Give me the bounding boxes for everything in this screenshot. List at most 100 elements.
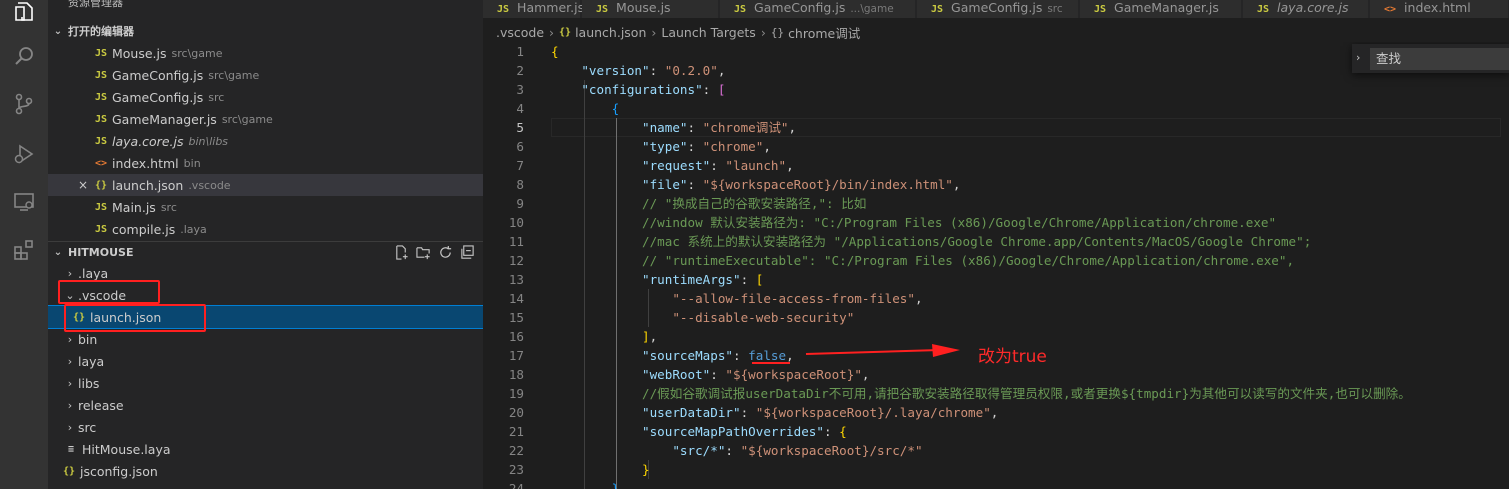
open-editor-item[interactable]: JS Main.js src [48,196,483,218]
code-line[interactable]: 5 "name": "chrome调试", [483,118,1509,137]
file-name: jsconfig.json [80,463,158,479]
code-text: "--disable-web-security" [672,310,855,325]
code-line[interactable]: 13 "runtimeArgs": [ [483,270,1509,289]
code-text: "--allow-file-access-from-files", [672,291,923,306]
chevron-right-icon[interactable]: › [1356,51,1360,64]
tab-gamemanager-js[interactable]: JS GameManager.js [1080,0,1242,18]
activity-bar [0,0,48,489]
code-line[interactable]: 23 } [483,460,1509,479]
open-editor-item-active[interactable]: × {} launch.json .vscode [48,174,483,196]
chevron-right-icon: › [67,376,73,390]
tab-laya-core-js[interactable]: JS laya.core.js [1243,0,1369,18]
code-editor[interactable]: 1 {2 "version": "0.2.0", 3 "configurations… [483,42,1509,489]
file-path: .vscode [188,178,231,192]
code-text: //mac 系统上的默认安装路径为 "/Applications/Google … [642,234,1312,249]
tab-path: src [1047,3,1063,15]
code-line[interactable]: 11 //mac 系统上的默认安装路径为 "/Applications/Goog… [483,232,1509,251]
line-number: 20 [508,405,524,420]
breadcrumb-section[interactable]: Launch Targets [661,25,755,40]
breadcrumb-folder[interactable]: .vscode [496,25,544,40]
code-text: { [551,44,559,59]
tree-folder-libs[interactable]: › libs [48,372,483,394]
source-control-icon[interactable] [0,80,48,128]
code-line[interactable]: 7 "request": "launch", [483,156,1509,175]
open-editor-item[interactable]: JS GameManager.js src\game [48,108,483,130]
code-line[interactable]: 3 "configurations": [ [483,80,1509,99]
code-line[interactable]: 4 { [483,99,1509,118]
explorer-icon[interactable] [0,0,48,36]
code-line[interactable]: 12 // "runtimeExecutable": "C:/Program F… [483,251,1509,270]
code-text: "runtimeArgs": [ [642,272,764,287]
code-line[interactable]: 8 "file": "${workspaceRoot}/bin/index.ht… [483,175,1509,194]
breadcrumb-file[interactable]: launch.json [575,25,646,40]
chevron-right-icon: › [549,24,555,40]
file-path: src\game [171,46,223,60]
breadcrumb-item[interactable]: chrome调试 [788,23,860,42]
code-line[interactable]: 24 } [483,479,1509,489]
js-file-icon: JS [94,47,108,59]
tree-folder-src[interactable]: › src [48,416,483,438]
js-file-icon: JS [94,223,108,235]
code-line[interactable]: 22 "src/*": "${workspaceRoot}/src/*" [483,441,1509,460]
line-number: 24 [508,481,524,489]
new-file-icon[interactable] [393,244,409,260]
new-folder-icon[interactable] [415,244,431,260]
code-line[interactable]: 9 // "换成自己的谷歌安装路径,": 比如 [483,194,1509,213]
line-number: 23 [508,462,524,477]
explorer-title: 资源管理器 [68,0,123,9]
code-text: "sourceMapPathOverrides": { [642,424,847,439]
collapse-all-icon[interactable] [459,244,475,260]
code-line[interactable]: 15 "--disable-web-security" [483,308,1509,327]
code-text: { [611,101,620,116]
tab-gameconfig-js-game[interactable]: JS GameConfig.js ...\game [720,0,916,18]
code-line[interactable]: 19 //假如谷歌调试报userDataDir不可用,请把谷歌安装路径取得管理员… [483,384,1509,403]
remote-explorer-icon[interactable] [0,178,48,226]
highlight-box-launch-json [64,304,206,332]
line-number: 14 [508,291,524,306]
open-editor-item[interactable]: JS compile.js .laya [48,218,483,240]
find-input[interactable]: 查找 [1370,48,1509,70]
code-line[interactable]: 20 "userDataDir": "${workspaceRoot}/.lay… [483,403,1509,422]
tree-folder-laya[interactable]: › laya [48,350,483,372]
line-number: 5 [516,120,524,135]
refresh-icon[interactable] [437,244,453,260]
code-text: "file": "${workspaceRoot}/bin/index.html… [642,177,961,192]
search-icon[interactable] [0,32,48,80]
tab-label: index.html [1404,0,1471,15]
code-text: "type": "chrome", [642,139,771,154]
explorer-actions [393,244,475,260]
project-header[interactable]: ⌄ HITMOUSE [48,241,483,263]
code-text: ], [642,329,658,344]
open-editor-item[interactable]: <> index.html bin [48,152,483,174]
tree-file-hitmouse-laya[interactable]: ≡ HitMouse.laya [48,438,483,460]
code-text: "name": "chrome调试", [642,120,797,135]
open-editor-item[interactable]: JS GameConfig.js src\game [48,64,483,86]
code-line[interactable]: 14 "--allow-file-access-from-files", [483,289,1509,308]
open-editor-item[interactable]: JS Mouse.js src\game [48,42,483,64]
more-actions-icon[interactable]: ··· [453,0,469,8]
line-number: 22 [508,443,524,458]
code-line[interactable]: 6 "type": "chrome", [483,137,1509,156]
code-line[interactable]: 18 "webRoot": "${workspaceRoot}", [483,365,1509,384]
tab-gameconfig-js-src[interactable]: JS GameConfig.js src [917,0,1079,18]
file-name: GameConfig.js [112,67,204,83]
code-text: //window 默认安装路径为: "C:/Program Files (x86… [642,215,1277,230]
tree-file-jsconfig[interactable]: {} jsconfig.json [48,460,483,482]
open-editor-item[interactable]: JS laya.core.js bin\libs [48,130,483,152]
open-editor-item[interactable]: JS GameConfig.js src [48,86,483,108]
line-number: 10 [508,215,524,230]
editor-tabs: JS Hammer.js JS Mouse.js JS GameConfig.j… [483,0,1509,18]
tree-folder-release[interactable]: › release [48,394,483,416]
debug-icon[interactable] [0,130,48,178]
extensions-icon[interactable] [0,226,48,274]
js-file-icon: JS [931,4,944,15]
tab-mouse-js[interactable]: JS Mouse.js [582,0,719,18]
code-line[interactable]: 10 //window 默认安装路径为: "C:/Program Files (… [483,213,1509,232]
close-icon[interactable]: × [74,178,92,192]
tab-index-html[interactable]: <> index.html [1370,0,1509,18]
tab-hammer-js[interactable]: JS Hammer.js [483,0,584,18]
code-line[interactable]: 21 "sourceMapPathOverrides": { [483,422,1509,441]
line-number: 7 [516,158,524,173]
open-editors-header[interactable]: ⌄ 打开的编辑器 [48,20,483,42]
file-name: GameConfig.js [112,89,204,105]
